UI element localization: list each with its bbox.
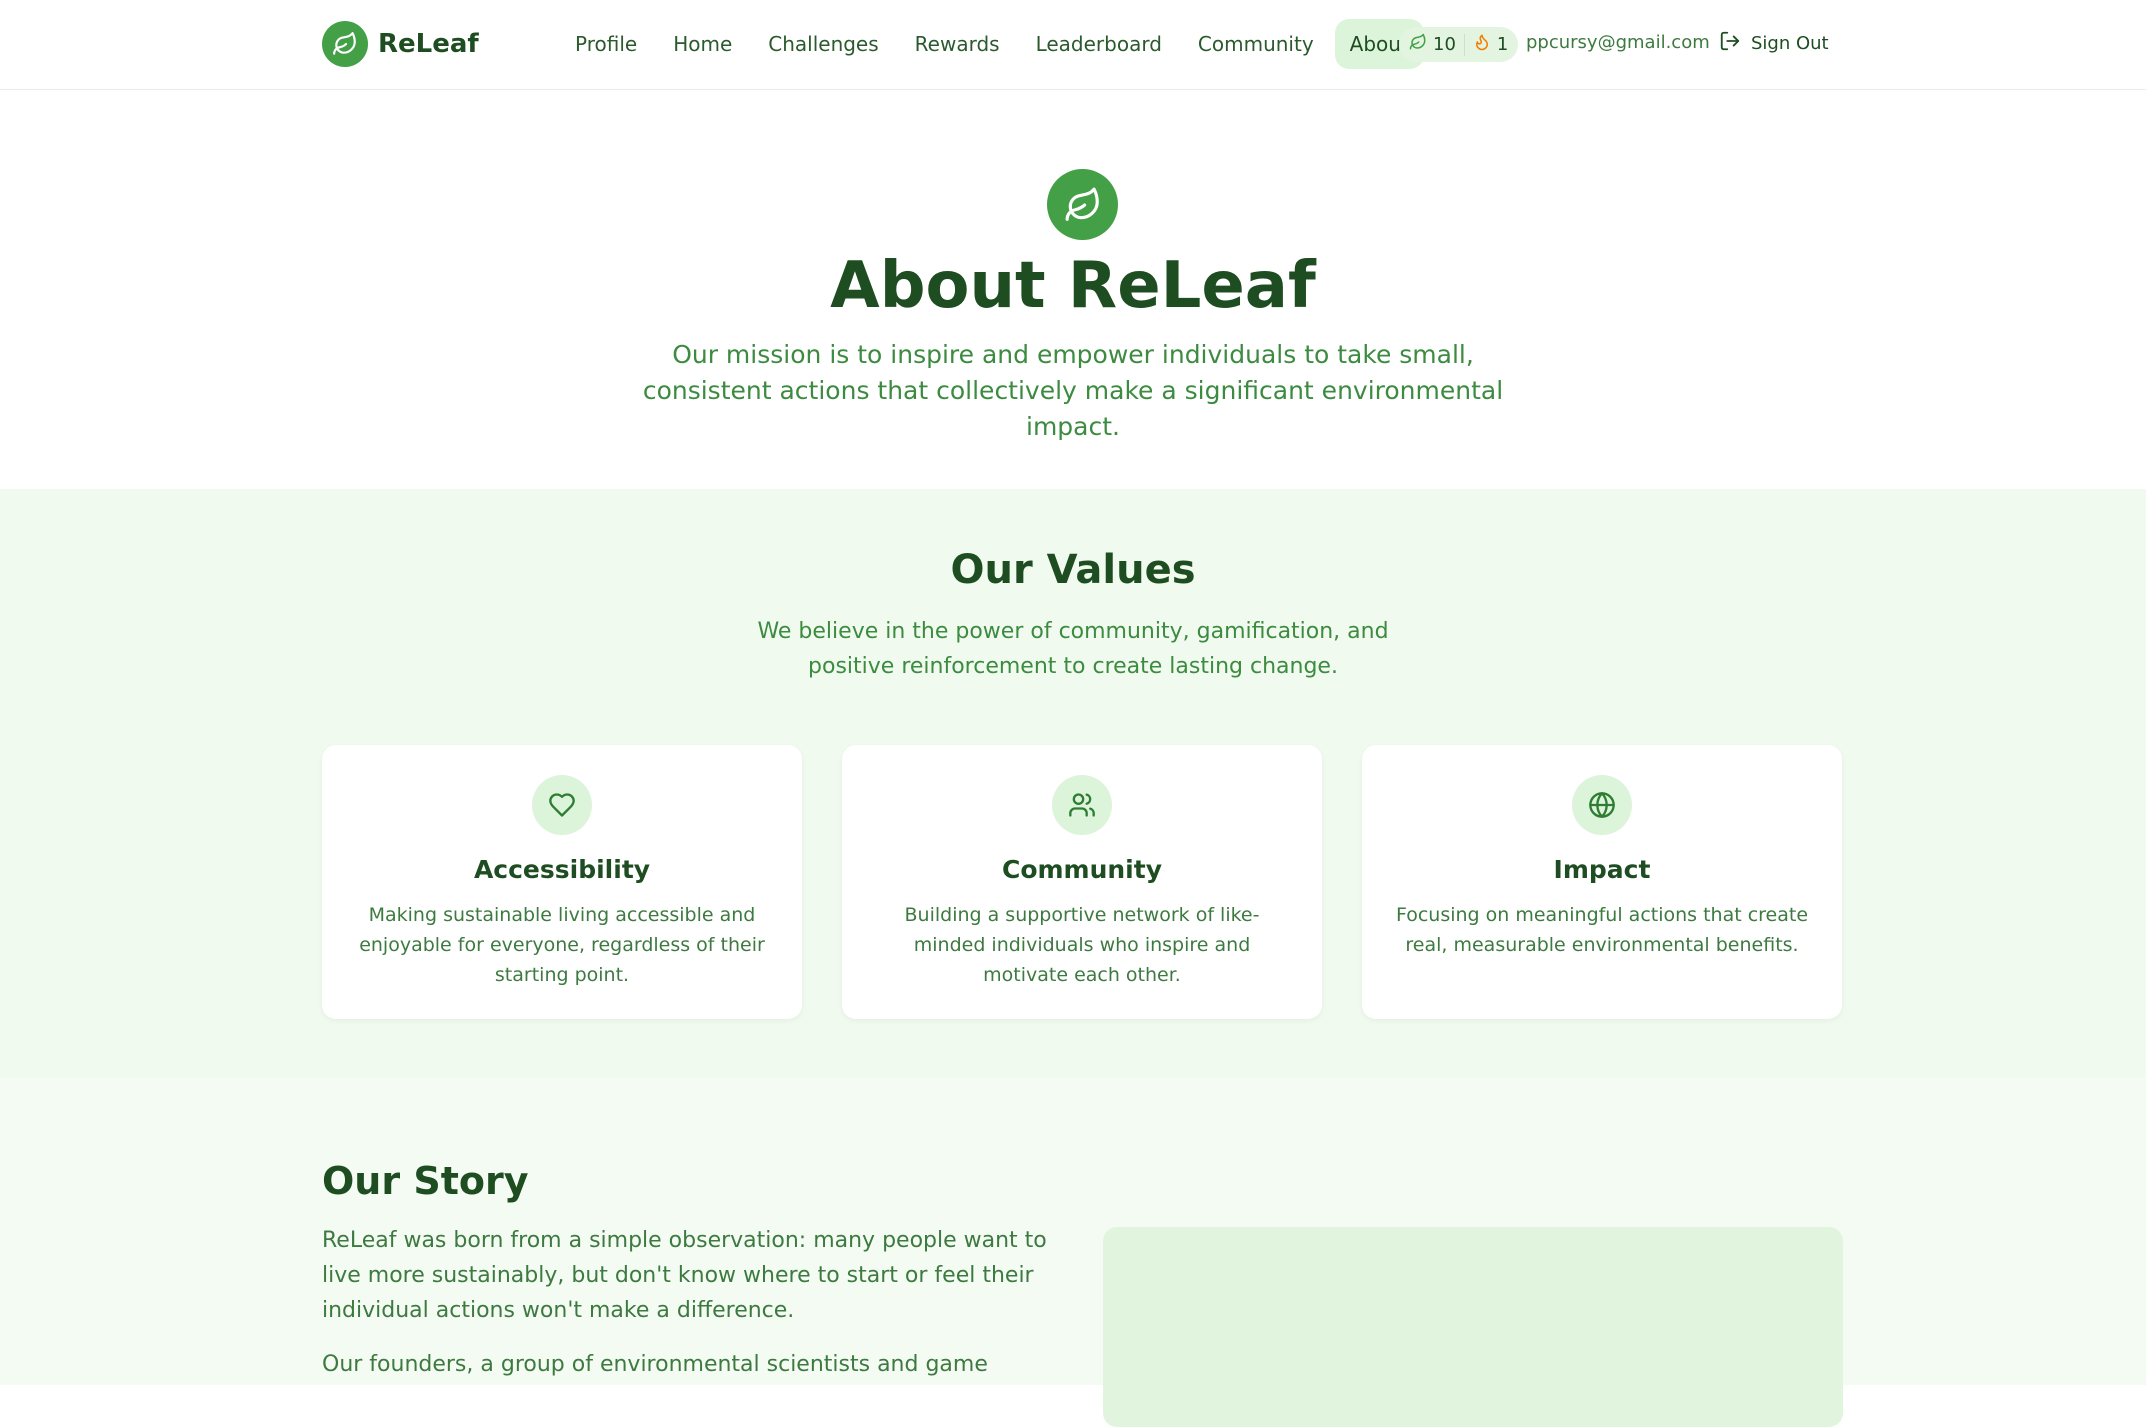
leaf-icon (1047, 169, 1118, 240)
nav-profile[interactable]: Profile (560, 19, 652, 69)
leaf-icon (1409, 33, 1427, 56)
value-card-impact: Impact Focusing on meaningful actions th… (1362, 745, 1842, 1019)
value-card-text: Making sustainable living accessible and… (359, 904, 765, 986)
log-out-icon (1719, 30, 1741, 57)
value-card-title: Accessibility (473, 855, 651, 884)
value-card-accessibility: Accessibility Making sustainable living … (322, 745, 802, 1019)
leaf-logo-icon (322, 21, 368, 67)
main-nav: Profile Home Challenges Rewards Leaderbo… (560, 19, 1424, 69)
hero-section: About ReLeaf Our mission is to inspire a… (0, 91, 2146, 489)
top-navbar: ReLeaf Profile Home Challenges Rewards L… (0, 0, 2146, 90)
nav-rewards[interactable]: Rewards (900, 19, 1015, 69)
mission-statement: Our mission is to inspire and empower in… (642, 340, 1504, 441)
values-title: Our Values (950, 547, 1196, 593)
value-card-title: Impact (1553, 855, 1651, 884)
brand-link[interactable]: ReLeaf (322, 21, 479, 67)
value-card-text: Building a supportive network of like-mi… (904, 904, 1260, 986)
users-icon (1052, 775, 1112, 835)
nav-challenges[interactable]: Challenges (753, 19, 893, 69)
heart-icon (532, 775, 592, 835)
story-image-placeholder (1103, 1227, 1843, 1427)
flame-icon (1473, 33, 1491, 56)
stats-divider (1463, 33, 1465, 56)
leaf-points-count: 10 (1433, 34, 1456, 55)
value-card-community: Community Building a supportive network … (842, 745, 1322, 1019)
globe-icon (1572, 775, 1632, 835)
sign-out-button[interactable]: Sign Out (1719, 30, 1829, 57)
streak-count: 1 (1496, 34, 1509, 55)
nav-home[interactable]: Home (658, 19, 747, 69)
sign-out-label: Sign Out (1751, 33, 1829, 54)
nav-leaderboard[interactable]: Leaderboard (1021, 19, 1177, 69)
value-card-title: Community (1001, 855, 1163, 884)
user-email: ppcursy@gmail.com (1526, 32, 1710, 53)
story-paragraph: Our founders, a group of environmental s… (322, 1352, 988, 1377)
leaf-points: 10 (1409, 33, 1456, 56)
brand-name: ReLeaf (378, 29, 479, 59)
story-section: Our Story ReLeaf was born from a simple … (0, 1077, 2146, 1427)
value-card-text: Focusing on meaningful actions that crea… (1395, 904, 1809, 956)
nav-community[interactable]: Community (1183, 19, 1329, 69)
page-title: About ReLeaf (830, 249, 1316, 323)
values-subtitle: We believe in the power of community, ga… (757, 619, 1389, 679)
user-stats-badge: 10 1 (1399, 27, 1519, 62)
streak: 1 (1473, 33, 1508, 56)
story-title: Our Story (322, 1159, 529, 1203)
values-section: Our Values We believe in the power of co… (0, 489, 2146, 1077)
story-paragraph: ReLeaf was born from a simple observatio… (322, 1228, 1047, 1323)
